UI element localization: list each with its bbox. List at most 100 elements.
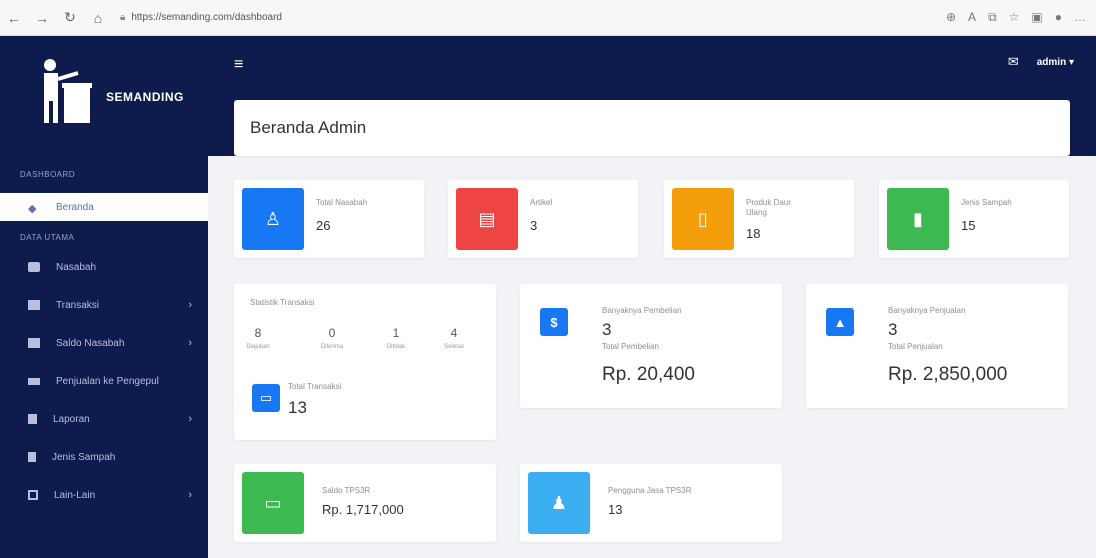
sidebar-item-beranda[interactable]: ◆ Beranda [0,193,208,221]
brand[interactable]: SEMANDING [0,36,208,150]
stat-value: 18 [746,226,761,241]
trash-icon [28,452,36,462]
purchase-count-label: Banyaknya Pembelian [602,306,682,315]
sidebar-item-label: Lain-Lain [54,489,96,501]
users-icon [28,262,40,272]
card-icon [28,338,40,348]
balance-label: Saldo TPS3R [322,486,371,495]
book-icon [28,414,37,424]
menu-toggle-icon[interactable]: ≡ [234,56,243,74]
sidebar-item-label: Penjualan ke Pengepul [56,375,159,387]
chevron-right-icon: › [188,299,192,311]
sidebar-item-transaksi[interactable]: Transaksi › [0,286,208,324]
sidebar-item-penjualan[interactable]: Penjualan ke Pengepul [0,362,208,400]
sidebar: SEMANDING DASHBOARD ◆ Beranda DATA UTAMA… [0,36,208,558]
sidebar-section-dashboard: DASHBOARD [20,170,76,179]
read-aloud-icon[interactable]: A [968,10,976,25]
page-title: Beranda Admin [250,118,367,137]
wallet-icon: ▭ [242,472,304,534]
favorites-icon[interactable]: ☆ [1009,10,1020,25]
purchase-total: Rp. 20,400 [602,364,695,385]
stat-count: 0 [328,326,336,340]
user-icon: ♙ [242,188,304,250]
sidebar-item-jenis-sampah[interactable]: Jenis Sampah [0,438,208,476]
box-icon [28,490,38,500]
chevron-right-icon: › [188,413,192,425]
stat-card-produk[interactable]: ▯ Produk Daur Ulang 18 [664,180,854,258]
transaction-stats-title: Statistik Transaksi [250,298,315,307]
user-name: admin [1036,56,1067,68]
more-icon[interactable]: … [1074,10,1086,25]
list-icon [28,300,40,310]
browser-toolbar: ← → ↻ ⌂ 🔒︎ https://semanding.com/dashboa… [0,0,1096,36]
file-icon: ▯ [672,188,734,250]
notification-icon[interactable]: ✉ [1008,54,1019,70]
transaction-stat-diterima: 0 Diterima [312,326,352,350]
transaction-stats-card: Statistik Transaksi 8 Diajukan 0 Diterim… [234,284,496,440]
sales-count-label: Banyaknya Penjualan [888,306,966,315]
brand-name: SEMANDING [106,90,184,104]
home-icon[interactable]: ⌂ [84,10,112,26]
total-transaction-value: 13 [288,398,307,417]
total-transaction-label: Total Transaksi [288,382,342,391]
stat-caption: Ditolak [386,344,406,350]
sidebar-item-label: Transaksi [56,299,99,311]
back-icon[interactable]: ← [0,10,28,26]
zoom-icon[interactable]: ⊕ [946,10,956,25]
stat-count: 8 [254,326,262,340]
lock-icon: 🔒︎ [120,12,126,23]
user-menu[interactable]: admin ▾ [1037,57,1074,68]
sales-card: ▲ Banyaknya Penjualan 3 Total Penjualan … [806,284,1068,408]
sidebar-section-main: DATA UTAMA [20,233,75,242]
sidebar-item-label: Laporan [53,413,90,425]
page-header-card: Beranda Admin [234,100,1070,156]
transaction-stat-ditolak: 1 Ditolak [376,326,416,350]
newspaper-icon: ▤ [456,188,518,250]
sidebar-item-laporan[interactable]: Laporan › [0,400,208,438]
stat-caption: Selesai [444,344,464,350]
stat-card-jenis-sampah[interactable]: ▮ Jenis Sampah 15 [879,180,1069,258]
stat-label: Produk Daur Ulang [746,198,791,217]
stat-label: Artikel [530,198,553,207]
extensions-icon[interactable]: ⧉ [988,10,997,25]
archive-icon: ▭ [252,384,280,412]
sidebar-item-label: Saldo Nasabah [56,337,125,349]
stat-value: 26 [316,218,331,233]
transaction-stat-selesai: 4 Selesai [434,326,474,350]
users-card: ♟ Pengguna Jasa TPS3R 13 [520,464,782,542]
transaction-stat-diajukan: 8 Diajukan [238,326,278,350]
shopping-bag-icon: ▲ [826,308,854,336]
stat-value: 3 [530,218,538,233]
chart-icon [28,377,40,385]
forward-icon[interactable]: → [28,10,56,26]
chevron-right-icon: › [188,489,192,501]
chevron-right-icon: › [188,337,192,349]
collections-icon[interactable]: ▣ [1031,10,1042,25]
stat-value: 15 [961,218,976,233]
stat-card-artikel[interactable]: ▤ Artikel 3 [448,180,638,258]
profile-icon[interactable]: ● [1055,10,1062,25]
sidebar-item-nasabah[interactable]: Nasabah [0,248,208,286]
sidebar-item-saldo-nasabah[interactable]: Saldo Nasabah › [0,324,208,362]
sidebar-item-label: Nasabah [56,261,97,273]
dollar-icon: $ [540,308,568,336]
stat-label: Total Nasabah [316,198,368,207]
stat-caption: Diterima [320,344,344,350]
stat-card-nasabah[interactable]: ♙ Total Nasabah 26 [234,180,424,258]
balance-value: Rp. 1,717,000 [322,502,404,517]
address-url: https://semanding.com/dashboard [131,12,282,23]
trash-icon: ▮ [887,188,949,250]
sidebar-item-label: Jenis Sampah [52,451,116,463]
balance-card: ▭ Saldo TPS3R Rp. 1,717,000 [234,464,496,542]
users-value: 13 [608,502,623,517]
reload-icon[interactable]: ↻ [56,9,84,26]
stat-count: 4 [450,326,458,340]
purchase-total-label: Total Pembelian [602,342,659,351]
sales-total-label: Total Penjualan [888,342,943,351]
trash-logo-icon [44,59,92,123]
sales-count: 3 [888,320,898,339]
users-label: Pengguna Jasa TPS3R [608,486,692,495]
address-bar[interactable]: 🔒︎ https://semanding.com/dashboard [120,12,282,23]
stat-count: 1 [392,326,400,340]
sidebar-item-lain-lain[interactable]: Lain-Lain › [0,476,208,514]
